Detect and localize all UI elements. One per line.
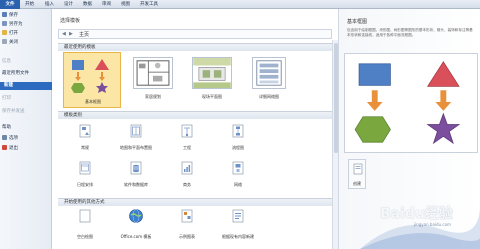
- nav-recent[interactable]: 最近所用文件: [2, 70, 50, 78]
- nav-options[interactable]: 选项: [2, 135, 50, 143]
- home-plan-thumb-icon: [133, 57, 173, 89]
- tab-view[interactable]: 视图: [121, 1, 130, 8]
- office-com-templates[interactable]: Office.com 模板: [113, 207, 159, 247]
- other-ways-header: 开始使用的其他方式: [58, 198, 332, 206]
- nav-new[interactable]: 新建: [0, 82, 52, 90]
- exit-icon: [2, 145, 7, 150]
- flowchart-category-icon: [232, 124, 244, 138]
- template-categories-header: 模板类别: [58, 111, 332, 119]
- blank-drawing[interactable]: 空白绘图: [62, 207, 108, 247]
- back-arrow-icon[interactable]: ◀: [62, 31, 66, 37]
- network-thumb-icon: [252, 57, 286, 89]
- template-path-bar: ◀ ▶ 主页: [58, 29, 332, 39]
- template-home-plan[interactable]: 家居规划: [130, 55, 176, 105]
- path-home[interactable]: 主页: [79, 31, 89, 38]
- general-category-icon: [79, 124, 91, 138]
- tab-developer[interactable]: 开发工具: [140, 1, 158, 8]
- blank-drawing-icon: [79, 209, 91, 223]
- nav-print[interactable]: 打印: [2, 95, 50, 103]
- nav-save-send[interactable]: 保存并发送: [2, 108, 50, 116]
- schedule-category-icon: [79, 161, 91, 175]
- create-label: 创建: [353, 181, 361, 186]
- category-business[interactable]: 商务: [164, 158, 210, 194]
- template-caption: 详细网络图: [259, 94, 279, 99]
- category-flowchart[interactable]: 流程图: [215, 121, 261, 157]
- nav-info[interactable]: 信息: [2, 58, 50, 66]
- save-as-icon: [2, 21, 7, 26]
- maps-category-icon: [130, 124, 142, 138]
- template-site-plan[interactable]: 现场平面图: [189, 55, 235, 105]
- sample-diagrams[interactable]: 示例图表: [164, 207, 210, 247]
- watermark-logo: Baidu经验: [380, 206, 453, 222]
- nav-save[interactable]: 保存: [2, 12, 50, 20]
- open-folder-icon: [2, 30, 7, 35]
- tab-insert[interactable]: 插入: [45, 1, 54, 8]
- close-doc-icon: [2, 39, 7, 44]
- template-caption: 家居规划: [145, 94, 161, 99]
- engineering-category-icon: [181, 124, 193, 138]
- options-icon: [2, 135, 7, 140]
- choose-template-title: 选择模板: [60, 18, 81, 24]
- nav-close[interactable]: 关闭: [2, 39, 50, 47]
- ribbon: 文件 开始 插入 设计 数据 审阅 视图 开发工具: [0, 0, 480, 9]
- nav-help[interactable]: 帮助: [2, 124, 50, 132]
- network-category-icon: [232, 161, 244, 175]
- tab-data[interactable]: 数据: [83, 1, 92, 8]
- software-category-icon: [130, 161, 142, 175]
- watermark-url: jingyan.baidu.com: [414, 222, 451, 227]
- basic-diagram-thumb-icon: [71, 59, 109, 93]
- category-schedule[interactable]: 日程安排: [62, 158, 108, 194]
- tab-review[interactable]: 审阅: [102, 1, 111, 8]
- template-network[interactable]: 详细网络图: [246, 55, 292, 105]
- recent-templates-header: 最近使用的模板: [58, 43, 332, 51]
- tab-home[interactable]: 开始: [25, 1, 34, 8]
- category-general[interactable]: 常规: [62, 121, 108, 157]
- preview-image: [344, 53, 478, 153]
- template-caption: 基本框图: [85, 99, 101, 104]
- template-basic-diagram[interactable]: 基本框图: [63, 52, 121, 108]
- nav-open[interactable]: 打开: [2, 30, 50, 38]
- preview-description: 包含用于绘制框图、块形图、树形图等图形的基本形状、箭头、装饰和标注等基本形状和连…: [347, 28, 473, 37]
- preview-title: 基本框图: [347, 19, 368, 25]
- tab-file[interactable]: 文件: [0, 0, 20, 9]
- save-icon: [2, 12, 7, 17]
- category-network[interactable]: 网络: [215, 158, 261, 194]
- category-maps-floorplans[interactable]: 地图和平面布置图: [113, 121, 159, 157]
- category-software-database[interactable]: 软件和数据库: [113, 158, 159, 194]
- category-engineering[interactable]: 工程: [164, 121, 210, 157]
- new-document-icon: [353, 163, 363, 175]
- backstage-nav: 保存 另存为 打开 关闭 信息 最近所用文件 新建 打印 保存并发送 帮助 选项…: [0, 9, 52, 249]
- new-from-existing[interactable]: 根据现有内容新建: [215, 207, 261, 247]
- sample-diagram-icon: [181, 209, 193, 223]
- nav-exit[interactable]: 退出: [2, 145, 50, 153]
- new-from-existing-icon: [232, 209, 244, 223]
- site-plan-thumb-icon: [192, 57, 232, 89]
- tab-design[interactable]: 设计: [64, 1, 73, 8]
- business-category-icon: [181, 161, 193, 175]
- template-caption: 现场平面图: [202, 94, 222, 99]
- globe-icon: [129, 209, 143, 223]
- forward-arrow-icon[interactable]: ▶: [69, 31, 73, 37]
- nav-save-as[interactable]: 另存为: [2, 21, 50, 29]
